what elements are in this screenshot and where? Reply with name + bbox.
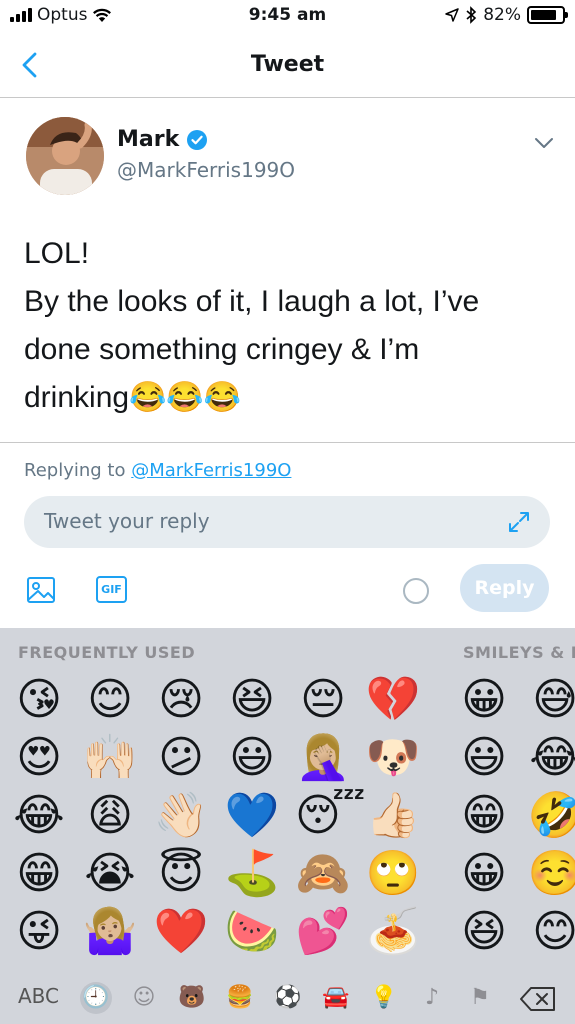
tweet-text: LOL! By the looks of it, I laugh a lot, …	[24, 230, 554, 422]
tweet-line: LOL!	[24, 237, 90, 270]
emoji-key[interactable]: 😜	[11, 904, 67, 960]
emoji-key[interactable]: 😍	[11, 730, 67, 786]
author-handle[interactable]: @MarkFerris199O	[117, 158, 295, 182]
keyboard-category-tab[interactable]: 💡	[368, 982, 400, 1014]
page-title: Tweet	[250, 52, 325, 77]
reply-placeholder: Tweet your reply	[44, 509, 210, 533]
tweet-line: drinking😂😂😂	[24, 381, 242, 414]
emoji-key[interactable]: 😁	[11, 846, 67, 902]
avatar[interactable]	[26, 117, 104, 195]
emoji-key[interactable]: 🙈	[295, 846, 351, 902]
avatar-image	[26, 117, 104, 195]
keyboard-category-bar: ABC 🕘 ☺ 🐻 🍔 ⚽ 🚘 💡 ♪ ⚑	[0, 972, 575, 1024]
author-name[interactable]: Mark	[117, 127, 208, 152]
emoji-key[interactable]: 😁	[456, 788, 512, 844]
emoji-key[interactable]: 😆	[224, 672, 280, 728]
emoji-key[interactable]: 🐶	[365, 730, 421, 786]
keyboard-category-tab[interactable]: 🍔	[224, 982, 256, 1014]
keyboard-category-tab[interactable]: ⚽	[272, 982, 304, 1014]
reply-button[interactable]: Reply	[460, 564, 549, 612]
replying-to-handle[interactable]: @MarkFerris199O	[131, 460, 291, 481]
emoji-keyboard: FREQUENTLY USED SMILEYS & P 😘 😊 😢 😆 😔 💔 😀 😅 😍 🙌🏻 😕…	[0, 628, 575, 1024]
keyboard-category-tab[interactable]: ♪	[416, 982, 448, 1014]
emoji-key[interactable]: 😴	[295, 788, 366, 844]
emoji-key[interactable]: ⛳	[224, 846, 280, 902]
gif-button[interactable]: GIF	[96, 576, 127, 603]
status-right: 82%	[445, 5, 568, 25]
emoji-key[interactable]: 😩	[82, 788, 138, 844]
emoji-key[interactable]: 😅	[527, 672, 575, 728]
status-bar: Optus 9:45 am 82%	[0, 0, 575, 34]
emoji-key[interactable]: 😂	[527, 730, 575, 786]
expand-icon[interactable]	[506, 509, 532, 535]
emoji-key[interactable]: 🍉	[224, 904, 280, 960]
section-smileys: SMILEYS & P	[463, 643, 575, 662]
battery-percent: 82%	[483, 5, 521, 25]
emoji-key[interactable]: 🙌🏻	[82, 730, 138, 786]
emoji-key[interactable]: 🤣	[527, 788, 575, 844]
replying-to-prefix: Replying to	[24, 460, 126, 481]
keyboard-category-tab[interactable]: 🚘	[320, 982, 352, 1014]
nav-bar: Tweet	[0, 34, 575, 98]
keyboard-category-tab[interactable]: ☺	[128, 982, 160, 1014]
delete-key-icon[interactable]	[519, 986, 557, 1012]
reply-input[interactable]: Tweet your reply	[24, 496, 550, 548]
emoji-key[interactable]: 🤦🏼‍♀️	[295, 730, 351, 786]
tweet-detail: Mark @MarkFerris199O LOL! By the looks o…	[0, 99, 575, 443]
emoji-key[interactable]: 😂	[11, 788, 67, 844]
emoji-key[interactable]: 😢	[153, 672, 209, 728]
emoji-key[interactable]: 😘	[11, 672, 67, 728]
emoji-key[interactable]: 😃	[224, 730, 280, 786]
keyboard-category-tab[interactable]: 🕘	[80, 982, 112, 1014]
tweet-line: done something cringey & I’m	[24, 333, 420, 366]
emoji-key[interactable]: 💙	[224, 788, 280, 844]
tweet-line: By the looks of it, I laugh a lot, I’ve	[24, 285, 480, 318]
emoji-key[interactable]: 😇	[153, 846, 209, 902]
emoji-key[interactable]: 😊	[82, 672, 138, 728]
emoji-key[interactable]: 🙄	[365, 846, 421, 902]
emoji-grid: 😘 😊 😢 😆 😔 💔 😀 😅 😍 🙌🏻 😕 😃 🤦🏼‍♀️ 🐶 😃 😂 😂 😩 👋🏻 💙 😴 👍🏻 😁 🤣 😁 😭 😇 ⛳ 🙈 🙄 😀 ☺️…	[0, 672, 575, 972]
emoji-key[interactable]: 😭	[82, 846, 138, 902]
emoji-key[interactable]: ☺️	[527, 846, 575, 902]
location-arrow-icon	[445, 8, 459, 22]
verified-badge-icon	[187, 129, 208, 150]
battery-level	[531, 10, 556, 20]
section-frequently-used: FREQUENTLY USED	[18, 643, 196, 662]
keyboard-category-tab[interactable]: 🐻	[176, 982, 208, 1014]
emoji-key[interactable]: 😔	[295, 672, 351, 728]
keyboard-category-tab[interactable]: ⚑	[464, 982, 496, 1014]
emoji-key[interactable]: 😕	[153, 730, 209, 786]
replying-to: Replying to @MarkFerris199O	[24, 460, 291, 481]
emoji-key[interactable]: 👋🏻	[153, 788, 209, 844]
abc-key[interactable]: ABC	[18, 984, 59, 1008]
emoji-key[interactable]: 😀	[456, 846, 512, 902]
emoji-key[interactable]: 💕	[295, 904, 351, 960]
chevron-down-icon[interactable]	[533, 135, 555, 151]
author-name-text: Mark	[117, 127, 180, 152]
image-icon[interactable]	[26, 576, 56, 604]
emoji-key[interactable]: 🍝	[365, 904, 421, 960]
battery-icon	[527, 6, 568, 24]
character-counter	[403, 578, 429, 604]
composer-toolbar: GIF Reply	[0, 562, 575, 616]
reply-composer: Replying to @MarkFerris199O Tweet your r…	[0, 444, 575, 628]
emoji-key[interactable]: 😆	[456, 904, 512, 960]
emoji-key[interactable]: 💔	[365, 672, 421, 728]
emoji-key[interactable]: 😃	[456, 730, 512, 786]
emoji-key[interactable]: 👍🏻	[365, 788, 421, 844]
emoji-key[interactable]: 🤷🏼‍♀️	[82, 904, 138, 960]
emoji-key[interactable]: ❤️	[153, 904, 209, 960]
bluetooth-icon	[466, 6, 477, 24]
emoji-key[interactable]: 😀	[456, 672, 512, 728]
emoji-key[interactable]: 😊	[527, 904, 575, 960]
